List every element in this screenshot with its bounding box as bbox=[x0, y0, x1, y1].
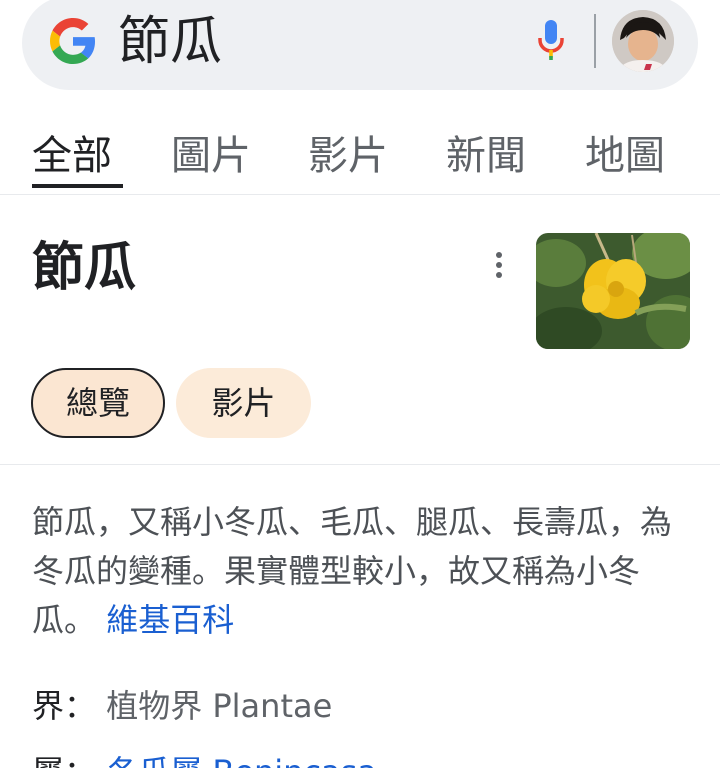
search-tabs: 全部 圖片 影片 新聞 地圖 bbox=[0, 128, 720, 194]
google-logo-icon bbox=[50, 18, 96, 64]
search-bar[interactable]: 節瓜 bbox=[22, 0, 698, 90]
tabs-divider bbox=[0, 194, 720, 195]
chip-videos[interactable]: 影片 bbox=[176, 368, 311, 438]
fact-value-link[interactable]: 冬瓜屬 Benincasa bbox=[106, 753, 377, 768]
tab-images[interactable]: 圖片 bbox=[171, 128, 251, 184]
knowledge-panel-description: 節瓜，又稱小冬瓜、毛瓜、腿瓜、長壽瓜，為冬瓜的變種。果實體型較小，故又稱為小冬瓜… bbox=[32, 498, 692, 645]
search-divider bbox=[594, 14, 596, 68]
profile-photo-icon bbox=[612, 10, 674, 72]
tab-maps[interactable]: 地圖 bbox=[585, 128, 665, 184]
search-query-text[interactable]: 節瓜 bbox=[118, 10, 222, 74]
fact-row-kingdom: 界： 植物界 Plantae bbox=[32, 684, 332, 728]
more-options-icon[interactable] bbox=[488, 252, 510, 286]
fact-row-genus: 屬： 冬瓜屬 Benincasa bbox=[32, 750, 377, 768]
fact-label: 界： bbox=[32, 687, 97, 725]
chip-overview[interactable]: 總覽 bbox=[31, 368, 165, 438]
flower-image-icon bbox=[536, 233, 690, 349]
wikipedia-link[interactable]: 維基百科 bbox=[106, 601, 234, 639]
active-tab-indicator bbox=[32, 184, 123, 188]
knowledge-panel-image[interactable] bbox=[536, 233, 690, 349]
section-divider bbox=[0, 464, 720, 465]
fact-label: 屬： bbox=[32, 753, 96, 768]
tab-news[interactable]: 新聞 bbox=[446, 128, 526, 184]
knowledge-panel-title: 節瓜 bbox=[32, 238, 137, 298]
fact-value: 植物界 Plantae bbox=[106, 687, 333, 725]
tab-all[interactable]: 全部 bbox=[32, 128, 112, 184]
tab-videos[interactable]: 影片 bbox=[308, 128, 388, 184]
avatar[interactable] bbox=[612, 10, 674, 72]
microphone-icon[interactable] bbox=[536, 18, 566, 62]
